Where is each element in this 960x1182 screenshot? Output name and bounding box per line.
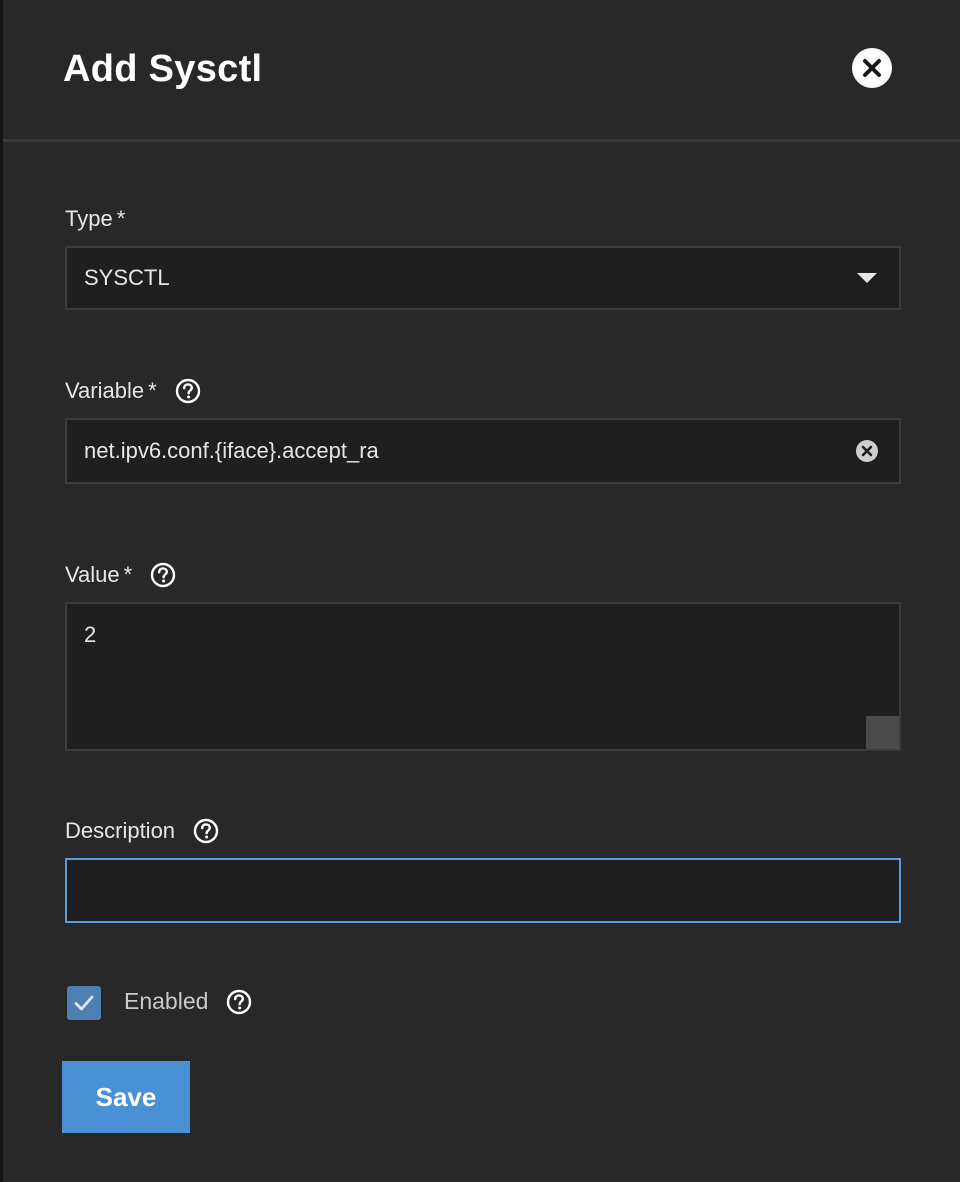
dialog-header: Add Sysctl: [3, 0, 960, 142]
dialog-title: Add Sysctl: [63, 48, 263, 90]
variable-help-icon[interactable]: [175, 378, 201, 404]
resize-handle[interactable]: [866, 716, 899, 749]
variable-label: Variable *: [65, 378, 201, 404]
add-sysctl-panel: Add Sysctl Type * SYSCTL Variable * net.ip…: [0, 0, 960, 1182]
enabled-label: Enabled: [124, 988, 252, 1015]
description-label: Description: [65, 818, 219, 844]
checkmark-icon: [74, 995, 94, 1011]
enabled-help-icon[interactable]: [226, 989, 252, 1015]
enabled-checkbox[interactable]: [67, 986, 101, 1020]
type-label: Type *: [65, 206, 126, 231]
close-button[interactable]: [852, 48, 892, 88]
save-button[interactable]: Save: [62, 1061, 190, 1133]
value-textarea-value: 2: [84, 622, 97, 647]
variable-input-value: net.ipv6.conf.{iface}.accept_ra: [84, 438, 379, 463]
value-textarea[interactable]: 2: [65, 602, 901, 751]
variable-input[interactable]: net.ipv6.conf.{iface}.accept_ra: [65, 418, 901, 484]
description-input[interactable]: [65, 858, 901, 923]
value-label: Value *: [65, 562, 176, 588]
clear-icon[interactable]: [855, 439, 879, 463]
type-select-value: SYSCTL: [84, 265, 170, 290]
close-icon: [863, 59, 881, 77]
chevron-down-icon: [857, 273, 877, 283]
type-select[interactable]: SYSCTL: [65, 246, 901, 310]
description-help-icon[interactable]: [193, 818, 219, 844]
value-help-icon[interactable]: [150, 562, 176, 588]
